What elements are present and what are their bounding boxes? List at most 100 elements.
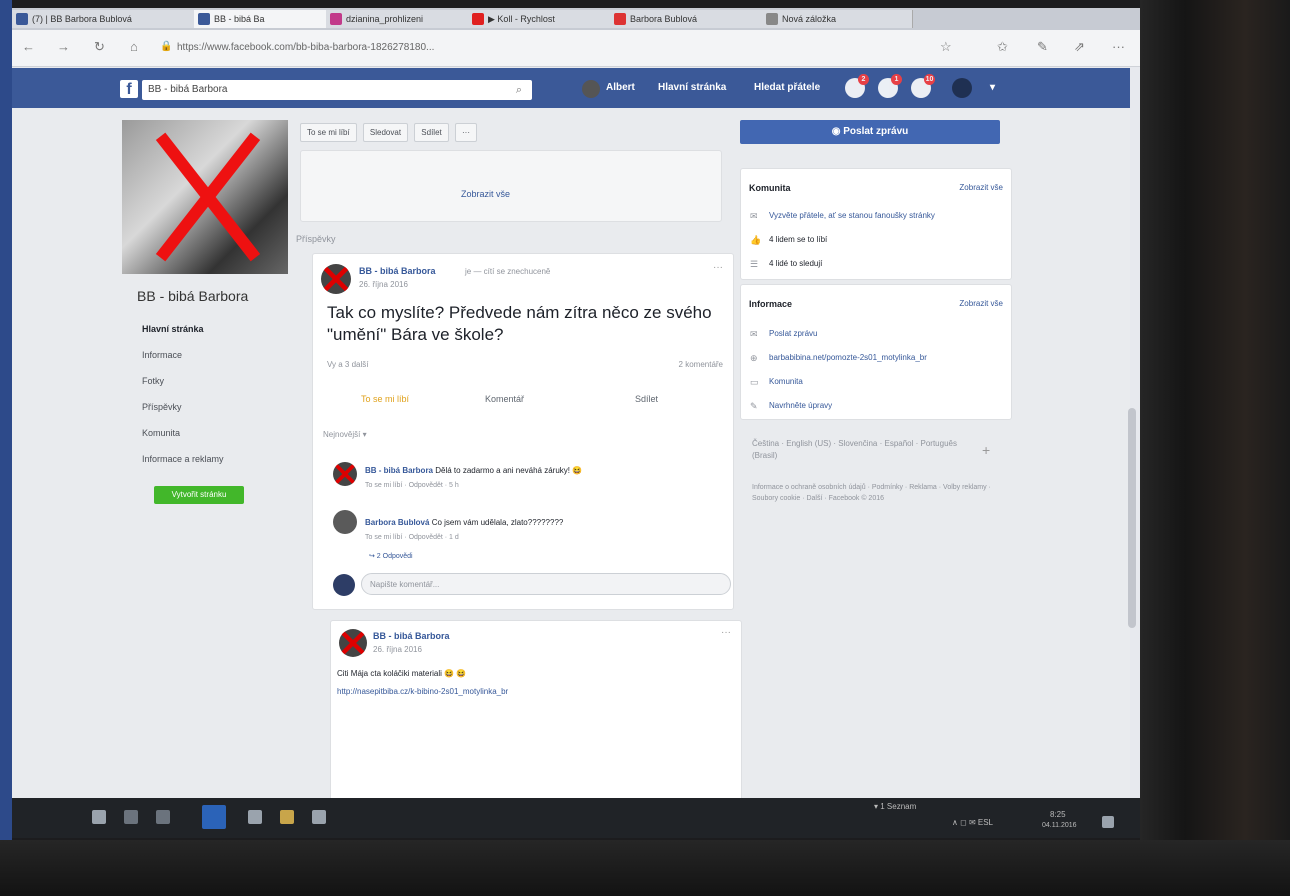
browser-tab[interactable]: (7) | BB Barbora Bublová: [12, 10, 213, 28]
friend-requests-icon[interactable]: 2: [845, 74, 869, 98]
taskbar-label[interactable]: ▾ 1 Seznam: [874, 802, 916, 811]
left-nav-community[interactable]: Komunita: [142, 428, 180, 438]
post-author[interactable]: BB - bibá Barbora: [373, 631, 450, 641]
posts-section-title: Příspěvky: [296, 234, 336, 244]
info-website-link[interactable]: barbabibina.net/pomozte-2s01_motylinka_b…: [769, 353, 927, 362]
suggest-edits-link[interactable]: Navrhněte úpravy: [769, 401, 832, 410]
left-nav-home[interactable]: Hlavní stránka: [142, 324, 204, 334]
favorites-icon[interactable]: ✩: [997, 39, 1008, 55]
comment-input[interactable]: Napište komentář...: [361, 573, 731, 595]
left-nav-posts[interactable]: Příspěvky: [142, 402, 182, 412]
pen-icon[interactable]: ✎: [1037, 39, 1048, 55]
taskbar-time[interactable]: 8:25: [1050, 810, 1066, 819]
more-actions-button[interactable]: ···: [455, 123, 477, 142]
left-nav-info[interactable]: Informace: [142, 350, 182, 360]
post-options-icon[interactable]: ···: [713, 262, 723, 273]
site-favicon-icon: [330, 13, 342, 25]
nav-home[interactable]: Hlavní stránka: [658, 82, 726, 93]
system-tray[interactable]: ∧ ◻ ✉ ESL: [952, 818, 993, 827]
see-more-link[interactable]: Zobrazit vše: [461, 189, 510, 199]
comment-avatar[interactable]: [333, 510, 357, 534]
post-text: Tak co myslíte? Předvede nám zítra něco …: [327, 303, 712, 344]
author-avatar[interactable]: [339, 629, 367, 657]
browser-tab[interactable]: dzianina_prohlizeni: [326, 10, 487, 28]
monitor-screen: (7) | BB Barbora Bublová BB - bibá Ba dz…: [12, 8, 1140, 838]
mail-icon[interactable]: [312, 810, 326, 824]
comment-button[interactable]: Komentář: [485, 394, 524, 404]
language-links[interactable]: Čeština · English (US) · Slovenčina · Es…: [752, 438, 982, 462]
invite-icon: ✉: [750, 211, 758, 221]
site-favicon-icon: [614, 13, 626, 25]
footer-links[interactable]: Informace o ochraně osobních údajů · Pod…: [752, 482, 992, 504]
notifications-icon[interactable]: 10: [911, 74, 935, 98]
nav-profile[interactable]: Albert: [606, 82, 635, 93]
like-page-button[interactable]: To se mi líbí: [300, 123, 357, 142]
share-page-button[interactable]: Sdílet: [414, 123, 449, 142]
facebook-favicon-icon: [16, 13, 28, 25]
post-date[interactable]: 26. října 2016: [359, 280, 408, 289]
url-field[interactable]: https://www.facebook.com/bb-biba-barbora…: [177, 38, 737, 58]
forward-arrow-icon[interactable]: →: [57, 39, 70, 54]
author-avatar[interactable]: [321, 264, 351, 294]
page-title[interactable]: BB - bibá Barbora: [137, 288, 248, 304]
info-see-all[interactable]: Zobrazit vše: [959, 299, 1003, 308]
facebook-logo[interactable]: f: [120, 80, 138, 98]
left-nav-photos[interactable]: Fotky: [142, 376, 164, 386]
create-page-button[interactable]: Vytvořit stránku: [154, 486, 244, 504]
comments-count[interactable]: 2 komentáře: [679, 360, 723, 369]
comment-avatar[interactable]: [333, 462, 357, 486]
send-message-button[interactable]: ◉ Poslat zprávu: [740, 120, 1000, 144]
browser-tab[interactable]: Barbora Bublová: [610, 10, 781, 28]
share-button[interactable]: Sdílet: [635, 394, 658, 404]
follow-button[interactable]: Sledovat: [362, 123, 409, 142]
store-icon[interactable]: [248, 810, 262, 824]
windows-start-icon[interactable]: [92, 810, 106, 824]
nav-find-friends[interactable]: Hledat přátele: [754, 82, 820, 93]
post-link[interactable]: http://nasepitbiba.cz/k-bibino-2s01_moty…: [337, 687, 508, 696]
search-input[interactable]: BB - bibá Barbora ⌕: [142, 80, 532, 100]
followers-count: 4 lidé to sledují: [769, 259, 823, 268]
search-icon[interactable]: ⌕: [516, 80, 522, 100]
comment-meta[interactable]: To se mi líbí · Odpovědět · 5 h: [365, 482, 459, 489]
info-category[interactable]: Komunita: [769, 377, 803, 386]
file-explorer-icon[interactable]: [280, 810, 294, 824]
reactions-summary[interactable]: Vy a 3 další: [327, 360, 369, 369]
help-icon[interactable]: [952, 78, 972, 98]
edit-icon: ✎: [750, 401, 758, 411]
youtube-favicon-icon: [472, 13, 484, 25]
comment-sort[interactable]: Nejnovější ▾: [323, 430, 367, 439]
community-see-all[interactable]: Zobrazit vše: [959, 183, 1003, 192]
post-date[interactable]: 26. října 2016: [373, 645, 422, 654]
comment-meta[interactable]: To se mi líbí · Odpovědět · 1 d: [365, 534, 459, 541]
back-arrow-icon[interactable]: ←: [22, 39, 35, 54]
left-nav-info-ads[interactable]: Informace a reklamy: [142, 454, 224, 464]
share-icon[interactable]: ⇗: [1074, 39, 1085, 55]
windows-taskbar: ▾ 1 Seznam ∧ ◻ ✉ ESL 8:25 04.11.2016: [12, 798, 1140, 838]
taskbar-date[interactable]: 04.11.2016: [1042, 822, 1077, 829]
info-send-message[interactable]: Poslat zprávu: [769, 329, 817, 338]
profile-picture[interactable]: [122, 120, 288, 274]
post-feeling: je — cítí se znechuceně: [465, 267, 551, 276]
home-icon[interactable]: ⌂: [130, 39, 138, 54]
user-avatar[interactable]: [582, 80, 600, 98]
message-icon: ✉: [750, 329, 758, 339]
view-replies-link[interactable]: ↪ 2 Odpovědi: [369, 552, 413, 560]
browser-tab[interactable]: Nová záložka: [762, 10, 913, 28]
action-center-icon[interactable]: [1102, 816, 1114, 828]
post-author[interactable]: BB - bibá Barbora: [359, 266, 436, 276]
refresh-icon[interactable]: ↻: [94, 39, 105, 55]
browser-tab-active[interactable]: BB - bibá Ba: [194, 10, 345, 28]
edge-browser-icon[interactable]: [202, 805, 226, 829]
invite-friends-link[interactable]: Vyzvěte přátele, ať se stanou fanoušky s…: [769, 211, 935, 220]
task-view-icon[interactable]: [156, 810, 170, 824]
chevron-down-icon[interactable]: ▾: [990, 82, 995, 93]
star-icon[interactable]: ☆: [940, 39, 952, 55]
more-icon[interactable]: ···: [1112, 39, 1125, 54]
browser-tab[interactable]: ▶ Koll - Rychlost: [468, 10, 629, 28]
search-icon[interactable]: [124, 810, 138, 824]
page-scrollbar[interactable]: [1128, 408, 1136, 628]
like-button[interactable]: To se mi líbí: [361, 394, 409, 404]
messages-icon[interactable]: 1: [878, 74, 902, 98]
add-language-icon[interactable]: +: [982, 442, 990, 458]
post-options-icon[interactable]: ···: [721, 627, 731, 638]
